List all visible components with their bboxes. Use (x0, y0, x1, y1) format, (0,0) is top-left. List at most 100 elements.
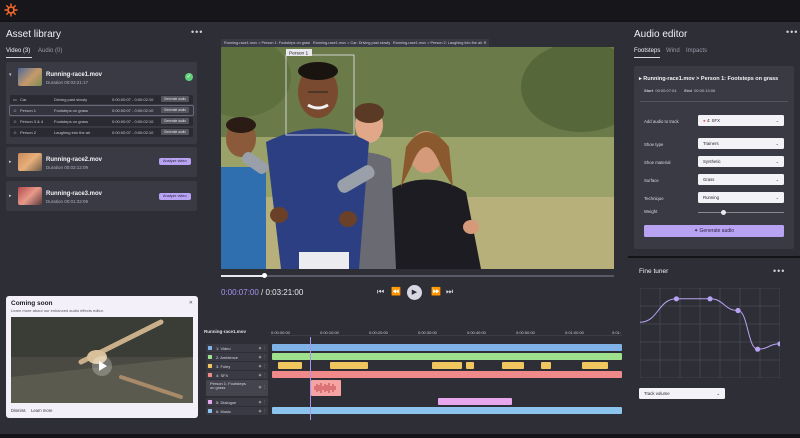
tab-footsteps[interactable]: Footsteps (634, 48, 660, 54)
time-readout: 0:00:07:00 / 0:03:21:00 (221, 288, 303, 297)
track-header-sfx-person1[interactable]: Person 1: Footsteps on grass ◉ ⋮ (206, 380, 268, 396)
analyze-video-button[interactable]: Analyze video (159, 193, 191, 200)
skip-end-icon[interactable]: ⏭ (446, 287, 453, 297)
fine-tuner-more-icon[interactable]: ••• (773, 266, 785, 276)
detection-label: Person 2 (20, 130, 37, 135)
track-color-swatch (208, 364, 212, 368)
timeline-clip-music[interactable] (272, 407, 622, 414)
select-value: Synthetic (703, 159, 721, 164)
timeline-clip-foley[interactable] (330, 362, 368, 369)
weight-slider-handle[interactable] (721, 209, 727, 215)
shoe-material-select[interactable]: Synthetic ⌄ (698, 156, 784, 167)
end-time: 00:00:13:06 (694, 88, 716, 93)
tuner-control-point[interactable] (755, 346, 761, 352)
video-tab-label: Running-race1.mov > Person 1: Footsteps … (224, 41, 312, 45)
field-label: Technique (644, 196, 664, 201)
video-tab-2[interactable]: Running-race1.mov > Car: Driving past sl… (310, 39, 398, 47)
chevron-right-icon[interactable]: ▸ (9, 159, 12, 165)
detection-row[interactable]: ▭ Car Driving past slowly 0:00:00:07 - 0… (10, 95, 193, 104)
timeline-clip-sfx[interactable] (272, 371, 622, 378)
video-frame[interactable]: Person 1 (221, 47, 614, 269)
track-label: 4: SFX (216, 372, 229, 378)
track-volume-select[interactable]: Track volume ⌄ (639, 388, 725, 399)
video-tab-1[interactable]: Running-race1.mov > Person 1: Footsteps … (221, 39, 319, 47)
timeline-clip-foley[interactable] (466, 362, 474, 369)
video-tab-3[interactable]: Running-race1.mov > Person 2: Laughing i… (390, 39, 490, 47)
track-options-icon[interactable]: ◉ ⋮ (258, 364, 266, 368)
video-tab-label: Running-race1.mov > Car: Driving past sl… (313, 41, 391, 45)
tuner-control-point[interactable] (735, 307, 741, 314)
video-thumbnail (18, 153, 42, 171)
fast-forward-icon[interactable]: ⏩ (431, 287, 441, 296)
learn-more-link[interactable]: Learn more (31, 408, 52, 413)
tab-impacts[interactable]: Impacts (686, 48, 707, 54)
timeline-clip-foley[interactable] (582, 362, 608, 369)
skip-start-icon[interactable]: ⏮ (377, 287, 384, 297)
detection-row[interactable]: ☺ Person 1 Footsteps on grass 0:00:00:07… (9, 105, 194, 116)
timeline-clip-foley[interactable] (502, 362, 524, 369)
timeline-clip-ambience[interactable] (272, 353, 622, 360)
track-header-foley[interactable]: 3: Foley ◉ ⋮ (206, 362, 268, 370)
dismiss-link[interactable]: Dismiss (11, 408, 26, 413)
track-options-icon[interactable]: ◉ ⋮ (258, 385, 266, 389)
timeline-clip-video[interactable] (272, 344, 622, 351)
clip-title: ▸ Running-race1.mov > Person 1: Footstep… (639, 76, 779, 82)
close-icon[interactable]: ✕ (189, 300, 193, 306)
chevron-right-icon[interactable]: ▸ (9, 193, 12, 199)
weight-slider-track[interactable] (698, 212, 784, 213)
detection-row[interactable]: ☺ Person 3 & 4 Footsteps on grass 0:00:0… (10, 117, 193, 126)
timeline-clip-foley[interactable] (278, 362, 302, 369)
timeline-clip-footsteps[interactable] (311, 380, 341, 396)
scrubber-handle[interactable] (261, 273, 267, 278)
timeline-clip-foley[interactable] (541, 362, 551, 369)
clip-title-text: Running-race1.mov > Person 1: Footsteps … (643, 76, 779, 82)
track-color-swatch (208, 400, 212, 404)
analyze-video-button[interactable]: Analyze video (159, 158, 191, 165)
track-header-music[interactable]: 6: Music ◉ ⋮ (206, 407, 268, 415)
track-header-ambience[interactable]: 2: Ambience ◉ ⋮ (206, 353, 268, 361)
timeline-clip-dialogue[interactable] (438, 398, 512, 405)
rewind-icon[interactable]: ⏪ (391, 287, 401, 296)
track-options-icon[interactable]: ◉ ⋮ (258, 373, 266, 377)
detection-description: Footsteps on grass (54, 119, 89, 124)
track-options-icon[interactable]: ◉ ⋮ (258, 409, 266, 413)
car-icon: ▭ (13, 97, 17, 102)
tab-audio[interactable]: Audio (0) (38, 48, 62, 54)
track-header-dialogue[interactable]: 5: Dialogue ◉ ⋮ (206, 398, 268, 406)
surface-select[interactable]: Grass ⌄ (698, 174, 784, 185)
technique-select[interactable]: Running ⌄ (698, 192, 784, 203)
track-options-icon[interactable]: ◉ ⋮ (258, 400, 266, 404)
chevron-down-icon[interactable]: ▾ (9, 72, 12, 78)
tuner-control-point[interactable] (673, 296, 679, 302)
asset-library-more-icon[interactable]: ••• (191, 27, 203, 37)
audio-editor-more-icon[interactable]: ••• (786, 27, 798, 37)
generate-audio-button[interactable]: Generate audio (161, 107, 189, 113)
fine-tuner-graph[interactable] (640, 288, 780, 378)
track-options-icon[interactable]: ◉ ⋮ (258, 355, 266, 359)
tab-wind[interactable]: Wind (666, 48, 680, 54)
video-scrubber[interactable] (221, 273, 614, 278)
play-button[interactable]: ▶ (407, 285, 422, 300)
generate-audio-button[interactable]: Generate audio (161, 129, 189, 135)
track-select[interactable]: ● 4: SFX ⌄ (698, 115, 784, 126)
clip-range: Start 00:00:07:04 End 00:00:13:06 (644, 88, 715, 93)
select-value: Trainers (703, 141, 719, 146)
track-header-sfx[interactable]: 4: SFX ◉ ⋮ (206, 371, 268, 379)
field-label: Shoe material (644, 160, 671, 165)
detection-row[interactable]: ☺ Person 2 Laughing into the air 0:00:00… (10, 128, 193, 137)
generate-audio-button[interactable]: ✦ Generate audio (644, 225, 784, 237)
timeline-playhead[interactable] (310, 337, 311, 420)
current-time: 0:00:07:00 (221, 288, 259, 297)
track-options-icon[interactable]: ◉ ⋮ (258, 346, 266, 350)
tab-video[interactable]: Video (3) (6, 48, 30, 54)
generate-audio-button[interactable]: Generate audio (161, 96, 189, 102)
track-color-swatch (208, 346, 212, 350)
generate-audio-button[interactable]: Generate audio (161, 118, 189, 124)
ruler-ticks (271, 335, 622, 336)
person-icon: ☺ (13, 130, 18, 135)
video-tab-label: Running-race1.mov > Person 2: Laughing i… (393, 41, 483, 45)
track-header-video[interactable]: 1: Video ◉ ⋮ (206, 344, 268, 352)
tuner-control-point[interactable] (707, 296, 713, 302)
shoe-type-select[interactable]: Trainers ⌄ (698, 138, 784, 149)
timeline-clip-foley[interactable] (432, 362, 462, 369)
